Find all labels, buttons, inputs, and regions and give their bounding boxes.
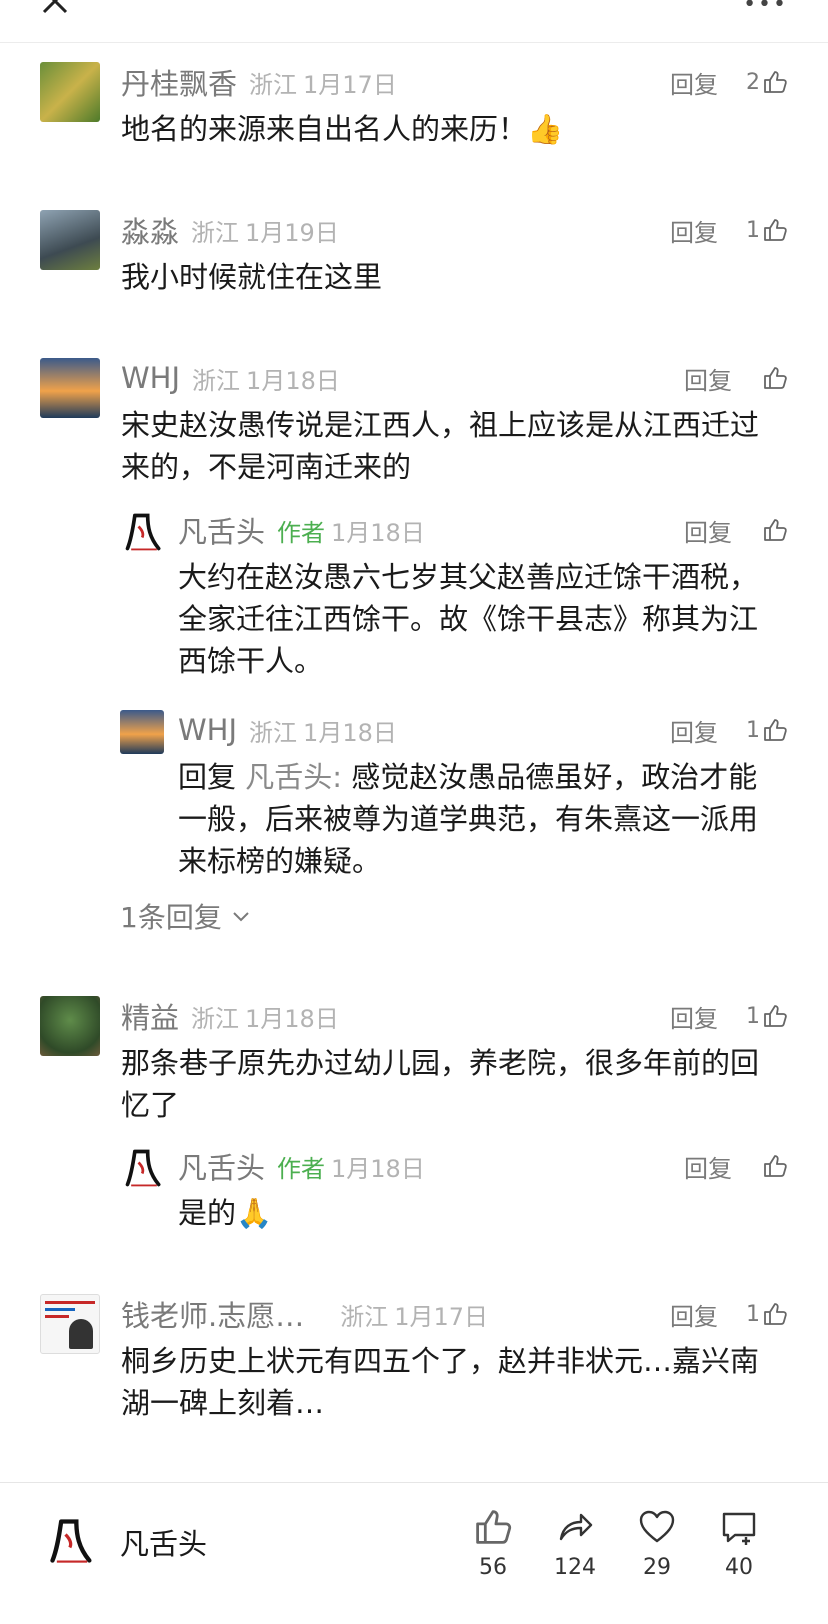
comment-text: 我小时候就住在这里 — [121, 260, 383, 294]
comment-location: 浙江 — [191, 218, 240, 247]
expand-replies-label: 1条回复 — [120, 901, 222, 934]
thumbs-up-icon[interactable] — [762, 365, 788, 391]
thumbs-up-icon[interactable] — [762, 517, 788, 543]
comment-location: 浙江 — [191, 1004, 240, 1033]
like-count: 1 — [746, 217, 760, 243]
comment-location: 浙江 — [249, 718, 298, 747]
thumbs-up-icon — [473, 1507, 513, 1547]
avatar[interactable] — [120, 710, 164, 754]
like-count: 1 — [746, 1301, 760, 1327]
close-icon[interactable] — [40, 0, 70, 16]
commenter-name[interactable]: 凡舌头 — [178, 509, 265, 551]
commenter-name[interactable]: WHJ — [121, 361, 180, 395]
comment-date: 1月19日 — [245, 218, 339, 247]
comment-body: 是的 — [178, 1196, 237, 1230]
reply-button[interactable]: 回复 — [684, 513, 732, 548]
commenter-name[interactable]: 钱老师.志愿… — [121, 1293, 304, 1335]
like-count: 1 — [746, 1003, 760, 1029]
commenter-name[interactable]: 凡舌头 — [178, 1145, 265, 1187]
reply-button[interactable]: 回复 — [670, 65, 718, 100]
commenter-name[interactable]: 精益 — [121, 995, 179, 1037]
author-badge: 作者 — [277, 1154, 326, 1183]
comment-text: 是的🙏 — [178, 1192, 784, 1234]
comment-text: 大约在赵汝愚六七岁其父赵善应迁馀干酒税，全家迁往江西馀干。故《馀干县志》称其为江… — [178, 560, 759, 678]
share-button[interactable]: 124 — [540, 1507, 610, 1580]
thumbs-up-icon[interactable] — [762, 1003, 788, 1029]
commenter-name[interactable]: WHJ — [178, 713, 237, 747]
author-avatar[interactable] — [48, 1515, 96, 1567]
pray-emoji: 🙏 — [236, 1196, 273, 1230]
avatar[interactable] — [40, 62, 100, 122]
comment-date: 1月18日 — [331, 1154, 425, 1183]
commenter-name[interactable]: 丹桂飘香 — [121, 61, 237, 103]
comment-date: 1月18日 — [246, 366, 340, 395]
thumbs-up-icon[interactable] — [762, 1153, 788, 1179]
like-count: 1 — [746, 717, 760, 743]
thumbs-up-icon[interactable] — [762, 69, 788, 95]
favorite-count: 29 — [643, 1555, 671, 1580]
reply-to-name[interactable]: 凡舌头: — [245, 760, 342, 794]
comment-body: 地名的来源来自出名人的来历！ — [121, 112, 528, 146]
avatar[interactable] — [40, 210, 100, 270]
comment-date: 1月18日 — [303, 718, 397, 747]
chevron-down-icon — [233, 912, 249, 922]
avatar[interactable] — [122, 510, 166, 554]
reply-prefix: 回复 — [178, 760, 246, 794]
bottom-action-bar: 凡舌头 56 124 29 40 — [0, 1482, 828, 1624]
thumbs-up-emoji: 👍 — [527, 112, 564, 146]
top-bar: ••• — [0, 0, 828, 43]
comment-location: 浙江 — [340, 1302, 389, 1331]
reply-button[interactable]: 回复 — [670, 713, 718, 748]
like-button[interactable]: 56 — [458, 1507, 528, 1580]
heart-icon — [639, 1510, 675, 1543]
comment-date: 1月18日 — [331, 518, 425, 547]
comment-text: 桐乡历史上状元有四五个了，赵并非状元…嘉兴南湖一碑上刻着… — [121, 1344, 760, 1420]
share-count: 124 — [554, 1555, 596, 1580]
reply-button[interactable]: 回复 — [670, 213, 718, 248]
like-count: 56 — [479, 1555, 507, 1580]
reply-button[interactable]: 回复 — [684, 361, 732, 396]
favorite-button[interactable]: 29 — [622, 1507, 692, 1580]
author-badge: 作者 — [277, 518, 326, 547]
more-icon[interactable]: ••• — [743, 0, 788, 17]
comment-text: 地名的来源来自出名人的来历！👍 — [121, 108, 784, 150]
commenter-name[interactable]: 淼淼 — [121, 209, 179, 251]
comment-location: 浙江 — [249, 70, 298, 99]
comment-date: 1月17日 — [394, 1302, 489, 1331]
author-name[interactable]: 凡舌头 — [120, 1521, 207, 1563]
comment-text: 宋史赵汝愚传说是江西人，祖上应该是从江西迁过来的，不是河南迁来的 — [121, 408, 760, 484]
comment-button[interactable]: 40 — [704, 1507, 774, 1580]
add-comment-icon — [722, 1512, 756, 1545]
comment-date: 1月18日 — [245, 1004, 339, 1033]
comment-count: 40 — [725, 1555, 753, 1580]
thumbs-up-icon[interactable] — [762, 717, 788, 743]
thumbs-up-icon[interactable] — [762, 1301, 788, 1327]
reply-button[interactable]: 回复 — [670, 999, 718, 1034]
comment-location: 浙江 — [192, 366, 241, 395]
like-count: 2 — [746, 69, 760, 95]
reply-button[interactable]: 回复 — [670, 1297, 718, 1332]
comment-date: 1月17日 — [303, 70, 397, 99]
expand-replies-button[interactable]: 1条回复 — [120, 896, 252, 936]
reply-button[interactable]: 回复 — [684, 1149, 732, 1184]
comment-text: 那条巷子原先办过幼儿园，养老院，很多年前的回忆了 — [121, 1046, 760, 1122]
comment-list: 丹桂飘香 浙江 1月17日 回复 2 地名的来源来自出名人的来历！👍 淼淼 浙江… — [0, 42, 828, 1482]
avatar[interactable] — [122, 1146, 166, 1190]
avatar[interactable] — [40, 1294, 100, 1354]
avatar[interactable] — [40, 996, 100, 1056]
comment-text: 回复 凡舌头: 感觉赵汝愚品德虽好，政治才能一般，后来被尊为道学典范，有朱熹这一… — [178, 756, 784, 882]
avatar[interactable] — [40, 358, 100, 418]
share-icon — [559, 1513, 593, 1541]
thumbs-up-icon[interactable] — [762, 217, 788, 243]
